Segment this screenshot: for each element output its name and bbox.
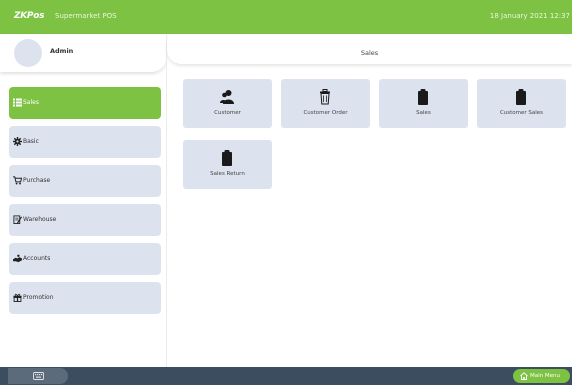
sales-tile[interactable]: Sales: [379, 79, 468, 128]
sidebar-divider: [166, 34, 167, 367]
clipboard-icon: [516, 89, 526, 105]
customer-tile[interactable]: Customer: [183, 79, 272, 128]
app-logo: ZKPos: [14, 11, 45, 21]
gift-icon: [13, 293, 22, 302]
sidebar-item-accounts[interactable]: Accounts: [9, 243, 161, 275]
sidebar-item-purchase[interactable]: Purchase: [9, 165, 161, 197]
bottom-bar: Main Menu: [0, 367, 572, 385]
customer-order-tile[interactable]: Customer Order: [281, 79, 370, 128]
date-time: 18 January 2021 12:37: [489, 12, 570, 20]
sidebar-item-warehouse[interactable]: Warehouse: [9, 204, 161, 236]
sidebar-item-basic[interactable]: Basic: [9, 126, 161, 158]
app-title: Supermarket POS: [55, 12, 117, 20]
gear-icon: [13, 137, 22, 146]
tile-label: Sales: [416, 110, 431, 116]
clipboard-pen-icon: [13, 215, 22, 224]
keyboard-icon: [33, 372, 44, 380]
cart-icon: [13, 176, 22, 185]
sidebar-item-label: Basic: [23, 138, 39, 145]
user-name: Admin: [50, 47, 74, 55]
top-bar: ZKPos Supermarket POS 18 January 2021 12…: [0, 0, 572, 34]
handshake-icon: [13, 254, 22, 263]
tile-label: Customer Sales: [499, 110, 544, 116]
page-header: Sales: [167, 40, 572, 64]
clipboard-icon: [222, 150, 232, 166]
sidebar-item-label: Purchase: [23, 177, 51, 184]
sidebar-item-label: Sales: [23, 99, 39, 106]
clipboard-icon: [418, 89, 428, 105]
users-icon: [220, 90, 234, 104]
sidebar-item-sales[interactable]: Sales: [9, 87, 161, 119]
tile-label: Sales Return: [210, 171, 245, 177]
sidebar-item-label: Warehouse: [23, 216, 57, 223]
sidebar-item-promotion[interactable]: Promotion: [9, 282, 161, 314]
tile-label: Customer: [214, 110, 241, 116]
sidebar-item-label: Promotion: [23, 294, 54, 301]
home-icon: [520, 372, 528, 380]
avatar: [14, 39, 42, 67]
order-trash-icon: [320, 89, 330, 105]
user-profile[interactable]: Admin: [0, 34, 166, 72]
sidebar: Admin Sales Basic Purchase Warehouse Acc…: [0, 34, 166, 367]
main-menu-label: Main Menu: [530, 373, 560, 379]
page-title: Sales: [360, 49, 379, 57]
main-menu-button[interactable]: Main Menu: [513, 369, 570, 383]
list-icon: [13, 98, 22, 107]
keyboard-button[interactable]: [8, 368, 68, 384]
tile-label: Customer Order: [303, 110, 348, 116]
sales-return-tile[interactable]: Sales Return: [183, 140, 272, 189]
customer-sales-tile[interactable]: Customer Sales: [477, 79, 566, 128]
sidebar-item-label: Accounts: [23, 255, 51, 262]
